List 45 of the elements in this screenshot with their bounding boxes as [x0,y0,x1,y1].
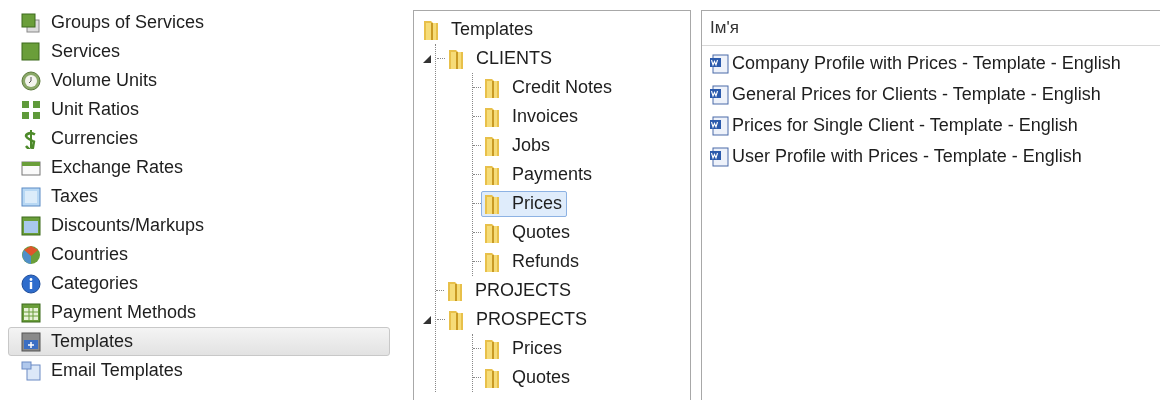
clock-icon [21,70,41,91]
sidebar-item[interactable]: Email Templates [8,356,390,385]
tree-node[interactable]: PROSPECTS [445,306,593,333]
sidebar-item[interactable]: Templates [8,327,390,356]
file-row[interactable]: Company Profile with Prices - Template - English [702,48,1160,79]
info-icon [21,273,41,294]
tree-node[interactable]: Credit Notes [481,74,618,101]
column-header[interactable]: Ім'я [702,18,739,38]
word-document-icon [708,83,730,106]
tree-node[interactable]: Prices [481,335,567,362]
tree-node[interactable]: CLIENTS [445,45,558,72]
template-icon [21,331,41,352]
word-document-icon [708,114,730,137]
sidebar-item[interactable]: Countries [8,240,390,269]
email-template-icon [21,360,41,381]
sidebar-item[interactable]: Services [8,37,390,66]
file-row[interactable]: Prices for Single Client - Template - English [702,110,1160,141]
expanded-triangle-icon[interactable] [423,54,431,63]
expanded-triangle-icon[interactable] [423,315,431,324]
stack-icon [21,12,41,33]
file-row[interactable]: User Profile with Prices - Template - English [702,141,1160,172]
tree-node[interactable]: Templates [420,16,539,43]
tree-node[interactable]: Prices [481,190,567,217]
sidebar-item[interactable]: Groups of Services [8,8,390,37]
globe-icon [21,244,41,265]
tree-node[interactable]: Payments [481,161,598,188]
file-row[interactable]: General Prices for Clients - Template - English [702,79,1160,110]
sidebar-item[interactable]: Volume Units [8,66,390,95]
word-document-icon [708,145,730,168]
sidebar-item[interactable]: Unit Ratios [8,95,390,124]
table-icon [21,302,41,323]
sidebar-item[interactable]: Exchange Rates [8,153,390,182]
tree-node[interactable]: Refunds [481,248,585,275]
sidebar-item[interactable]: Categories [8,269,390,298]
sidebar-item[interactable]: Payment Methods [8,298,390,327]
word-document-icon [708,52,730,75]
sidebar-item[interactable]: Currencies [8,124,390,153]
tree-node[interactable]: PROJECTS [444,277,576,304]
sidebar-item[interactable]: Taxes [8,182,390,211]
tree-node[interactable]: Quotes [481,364,576,391]
square-icon [21,41,41,62]
tree-node[interactable]: Quotes [481,219,576,246]
sidebar-item[interactable]: Discounts/Markups [8,211,390,240]
tree-node[interactable]: Invoices [481,103,584,130]
tree-node[interactable]: Jobs [481,132,556,159]
